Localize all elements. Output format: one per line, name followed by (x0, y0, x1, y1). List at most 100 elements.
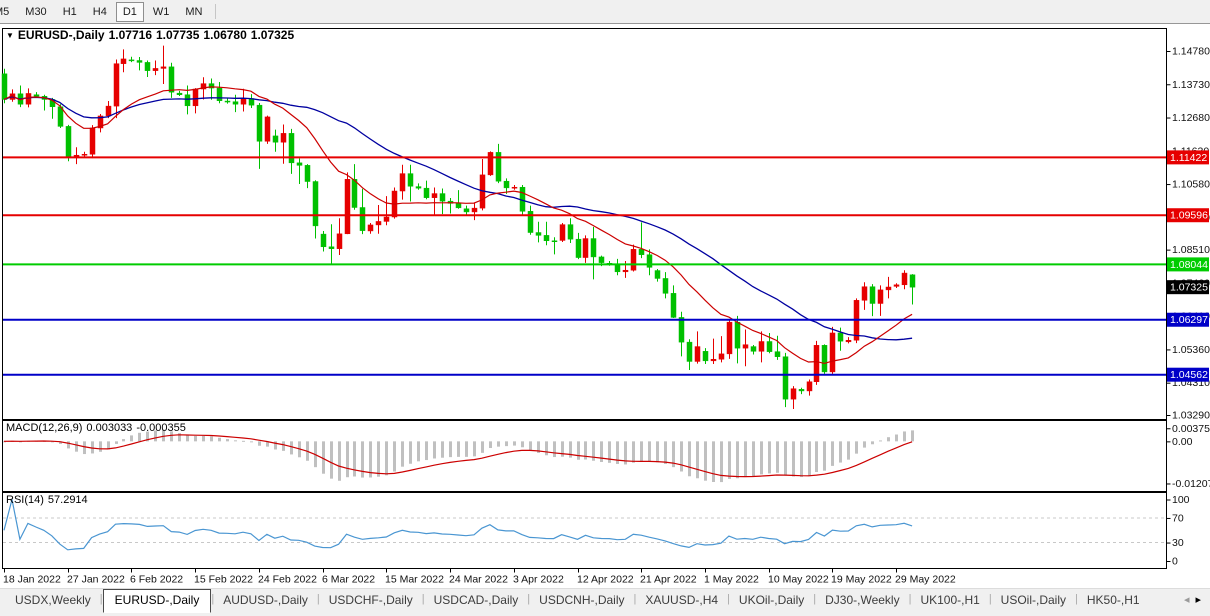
candle-body (687, 342, 692, 361)
timeframe-button-W1[interactable]: W1 (146, 2, 177, 22)
macd-histogram-bar (545, 441, 548, 455)
candle-body (416, 187, 421, 189)
macd-histogram-bar (887, 437, 890, 441)
macd-histogram-bar (122, 439, 125, 441)
macd-histogram-bar (855, 441, 858, 453)
macd-histogram-bar (808, 441, 811, 476)
macd-histogram-bar (186, 435, 189, 441)
candle-body (129, 60, 134, 61)
macd-histogram-bar (481, 441, 484, 452)
tab-scroll-left-button[interactable]: ◂ (1181, 590, 1193, 610)
timeframe-button-D1[interactable]: D1 (116, 2, 144, 22)
candle-body (751, 347, 756, 352)
price-tick-label: 1.14780 (1172, 46, 1210, 58)
macd-histogram-bar (290, 441, 293, 454)
candle-body (910, 275, 915, 287)
timeframe-button-H1[interactable]: H1 (56, 2, 84, 22)
chart-tab-uk100-h1[interactable]: UK100-,H1 (911, 590, 988, 611)
candle-body (121, 59, 126, 64)
chart-tab-xauusd-h4[interactable]: XAUUSD-,H4 (636, 590, 727, 611)
candle-body (233, 102, 238, 105)
candle-body (153, 68, 158, 70)
macd-histogram-bar (648, 441, 651, 461)
macd-histogram-bar (154, 431, 157, 442)
macd-histogram-bar (250, 441, 253, 442)
candle-body (257, 105, 262, 141)
macd-histogram-bar (226, 439, 229, 441)
candle-body (82, 154, 87, 155)
macd-histogram-bar (377, 441, 380, 476)
candle-body (775, 352, 780, 357)
candle-body (440, 194, 445, 202)
candle-body (185, 95, 190, 106)
macd-histogram-bar (83, 441, 86, 454)
candle-body (137, 61, 142, 63)
candle-body (360, 207, 365, 230)
macd-histogram-bar (680, 441, 683, 471)
chart-tab-hk50-h1[interactable]: HK50-,H1 (1078, 590, 1149, 611)
candle-body (472, 208, 477, 212)
macd-histogram-bar (728, 441, 731, 479)
macd-histogram-bar (553, 441, 556, 457)
macd-histogram-bar (202, 436, 205, 441)
chart-tab-audusd-daily[interactable]: AUDUSD-,Daily (214, 590, 317, 611)
chart-tab-usdx-weekly[interactable]: USDX,Weekly (6, 590, 100, 611)
macd-histogram-bar (346, 441, 349, 477)
candle-body (719, 354, 724, 359)
price-badge-label: 1.04562 (1170, 369, 1208, 381)
macd-histogram-bar (234, 440, 237, 441)
timeframe-button-MN[interactable]: MN (178, 2, 209, 22)
macd-histogram-bar (138, 433, 141, 442)
timeframe-button-H4[interactable]: H4 (86, 2, 114, 22)
macd-histogram-bar (712, 441, 715, 482)
price-badge-label: 1.08044 (1170, 259, 1208, 271)
tab-scroll-right-button[interactable]: ▸ (1192, 590, 1204, 610)
candle-body (337, 234, 342, 249)
macd-histogram-bar (688, 441, 691, 476)
chart-tab-dj30-weekly[interactable]: DJ30-,Weekly (816, 590, 908, 611)
candle-body (265, 117, 270, 141)
candle-body (791, 389, 796, 399)
chart-tab-usdcnh-daily[interactable]: USDCNH-,Daily (530, 590, 633, 611)
macd-histogram-bar (67, 441, 70, 448)
timeframe-button-M5[interactable]: M5 (0, 2, 16, 22)
candle-body (886, 287, 891, 290)
chart-tab-usoil-daily[interactable]: USOil-,Daily (992, 590, 1075, 611)
candle-body (894, 285, 899, 287)
date-label: 15 Mar 2022 (385, 574, 444, 586)
chart-tab-eurusd-daily[interactable]: EURUSD-,Daily (103, 589, 212, 613)
chart-tab-usdchf-daily[interactable]: USDCHF-,Daily (320, 590, 422, 611)
candle-body (329, 247, 334, 249)
macd-histogram-bar (752, 441, 755, 476)
candle-body (424, 188, 429, 198)
timeframe-button-M30[interactable]: M30 (18, 2, 53, 22)
price-badge-label: 1.09596 (1170, 210, 1208, 222)
candle-body (321, 234, 326, 247)
macd-histogram-bar (768, 441, 771, 473)
chart-canvas[interactable]: 1.147801.137301.126801.116301.105801.095… (0, 24, 1210, 588)
candle-body (432, 194, 437, 198)
chart-tab-usdcad-daily[interactable]: USDCAD-,Daily (425, 590, 528, 611)
macd-histogram-bar (433, 441, 436, 458)
macd-axis-label: -0.012075 (1172, 478, 1210, 490)
macd-histogram-bar (130, 435, 133, 441)
macd-axis-label: 0.003753 (1172, 423, 1210, 435)
macd-histogram-bar (409, 441, 412, 463)
macd-histogram-bar (800, 441, 803, 477)
candle-body (759, 342, 764, 352)
macd-histogram-bar (353, 441, 356, 476)
candle-body (177, 93, 182, 95)
candle-body (799, 389, 804, 391)
candle-body (241, 99, 246, 105)
candle-body (735, 322, 740, 348)
symbol-tabs: USDX,Weekly|EURUSD-,Daily|AUDUSD-,Daily|… (0, 589, 1179, 613)
macd-histogram-bar (656, 441, 659, 462)
chart-tab-ukoil-daily[interactable]: UKOil-,Daily (730, 590, 813, 611)
candle-body (560, 225, 565, 241)
date-label: 21 Apr 2022 (640, 574, 697, 586)
macd-histogram-bar (457, 441, 460, 457)
macd-histogram-bar (473, 441, 476, 456)
macd-histogram-bar (600, 441, 603, 462)
candle-body (623, 270, 628, 272)
candle-body (114, 64, 119, 106)
